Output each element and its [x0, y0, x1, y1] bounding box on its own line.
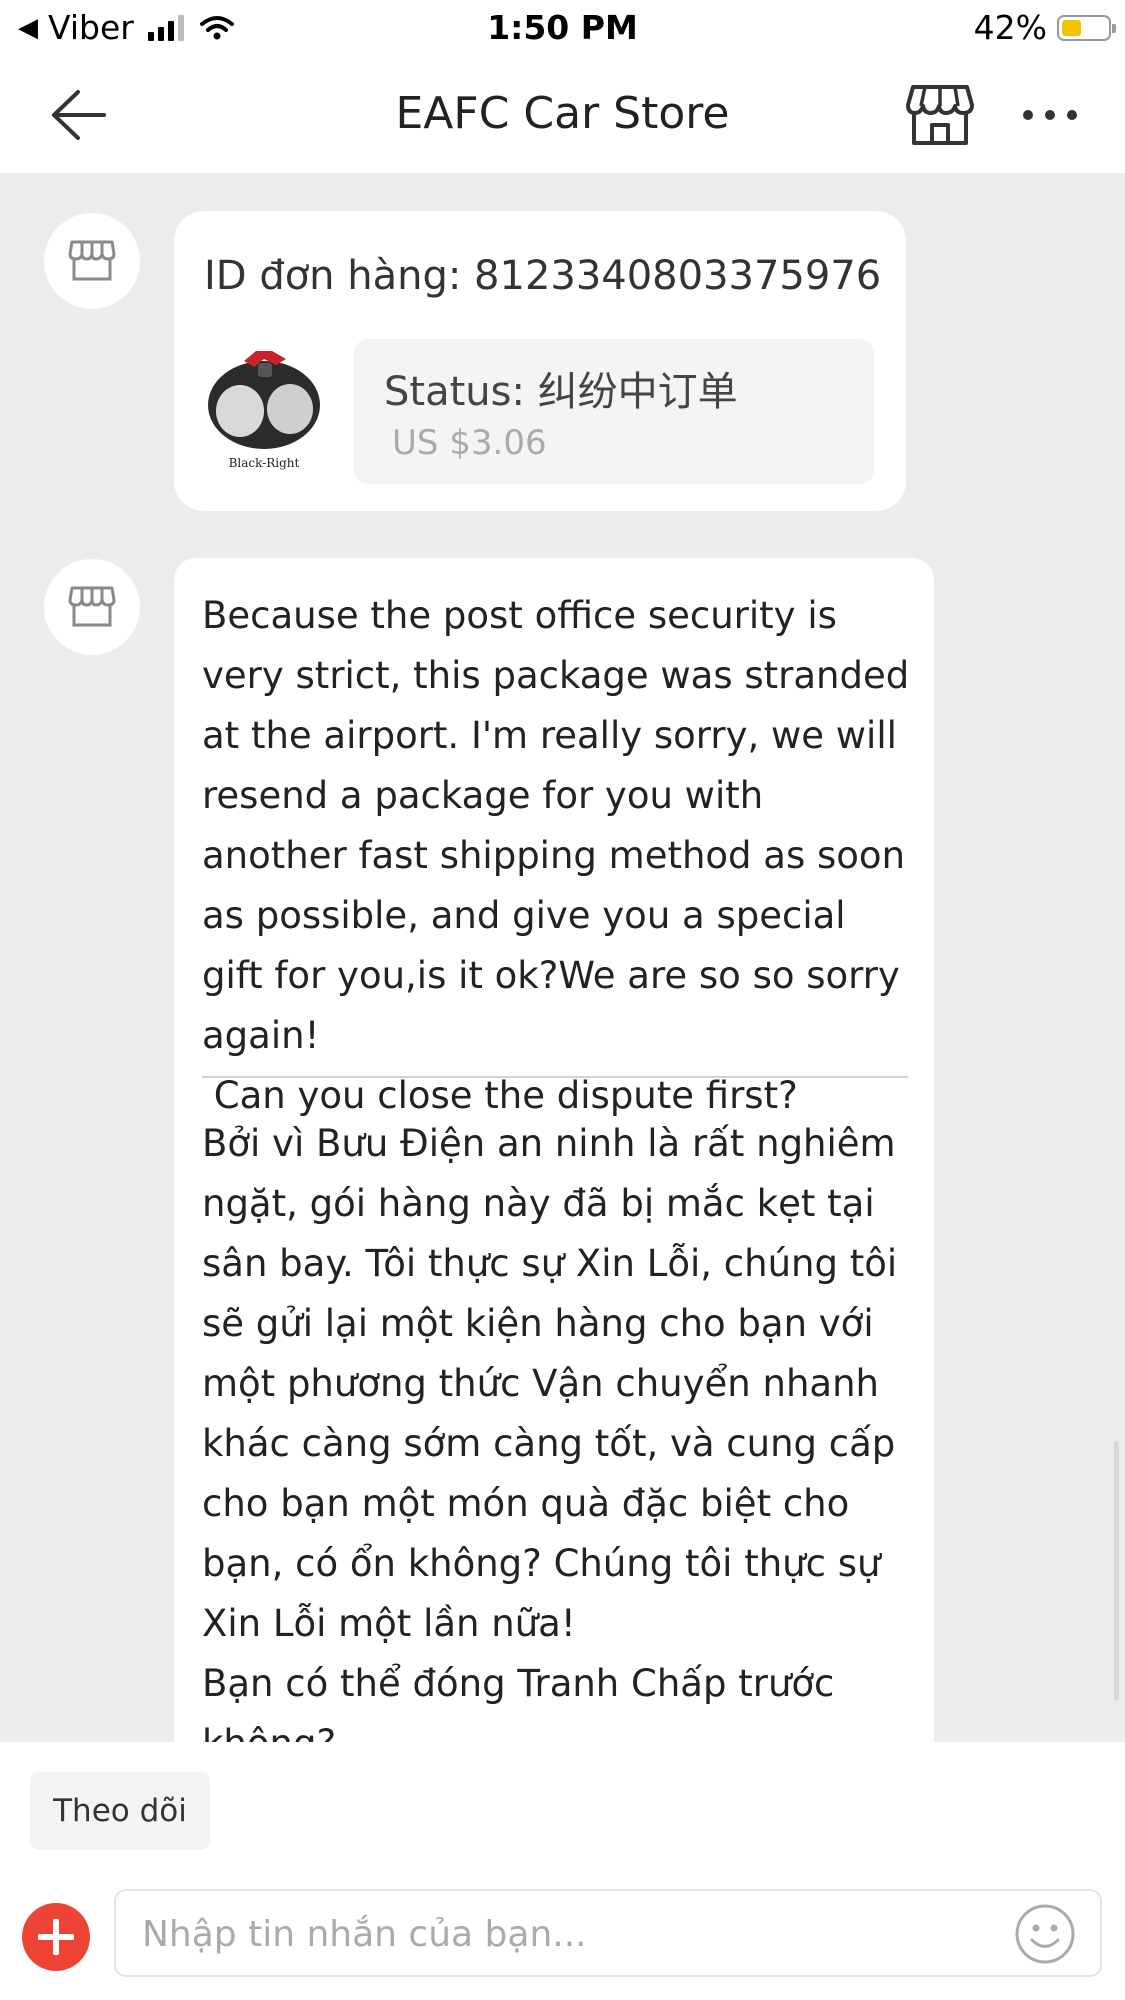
order-status: Status: 纠纷中订单: [384, 369, 738, 415]
product-thumbnail[interactable]: Black-Right: [204, 339, 324, 474]
chat-header: EAFC Car Store: [0, 58, 1125, 173]
seller-avatar[interactable]: [44, 559, 140, 655]
battery-status: 42%: [973, 8, 1116, 47]
status-bar: ◀ Viber 1:50 PM 42%: [0, 0, 1125, 58]
seller-avatar[interactable]: [44, 213, 140, 309]
message-input-box[interactable]: [114, 1889, 1102, 1977]
order-card[interactable]: ID đơn hàng: 8123340803375976 Black-Righ…: [174, 211, 906, 511]
clock: 1:50 PM: [487, 8, 638, 47]
scrollbar[interactable]: [1114, 1441, 1119, 1701]
message-text-vietnamese: Bởi vì Bưu Điện an ninh là rất nghiêm ng…: [202, 1122, 898, 1742]
order-status-box[interactable]: Status: 纠纷中订单 US $3.06: [354, 339, 874, 484]
smiley-icon[interactable]: [1014, 1903, 1076, 1965]
message-bubble[interactable]: Because the post office security is very…: [174, 558, 934, 1742]
chat-messages[interactable]: ID đơn hàng: 8123340803375976 Black-Righ…: [0, 173, 1125, 1742]
order-id: ID đơn hàng: 8123340803375976: [204, 253, 882, 299]
product-caption: Black-Right: [229, 456, 300, 470]
composer: Theo dõi: [0, 1742, 1125, 2000]
plus-icon[interactable]: [22, 1903, 90, 1971]
order-price: US $3.06: [392, 423, 547, 463]
message-divider: [202, 1076, 908, 1078]
battery-icon: [1057, 14, 1116, 41]
message-text-english: Because the post office security is very…: [202, 594, 910, 1117]
shop-awning-icon: [68, 586, 116, 627]
battery-percent: 42%: [973, 8, 1047, 47]
shop-awning-icon: [68, 240, 116, 281]
store-icon[interactable]: [905, 83, 975, 147]
follow-button[interactable]: Theo dõi: [30, 1772, 210, 1850]
message-input[interactable]: [140, 1899, 984, 1969]
more-horizontal-icon[interactable]: [1020, 98, 1080, 132]
